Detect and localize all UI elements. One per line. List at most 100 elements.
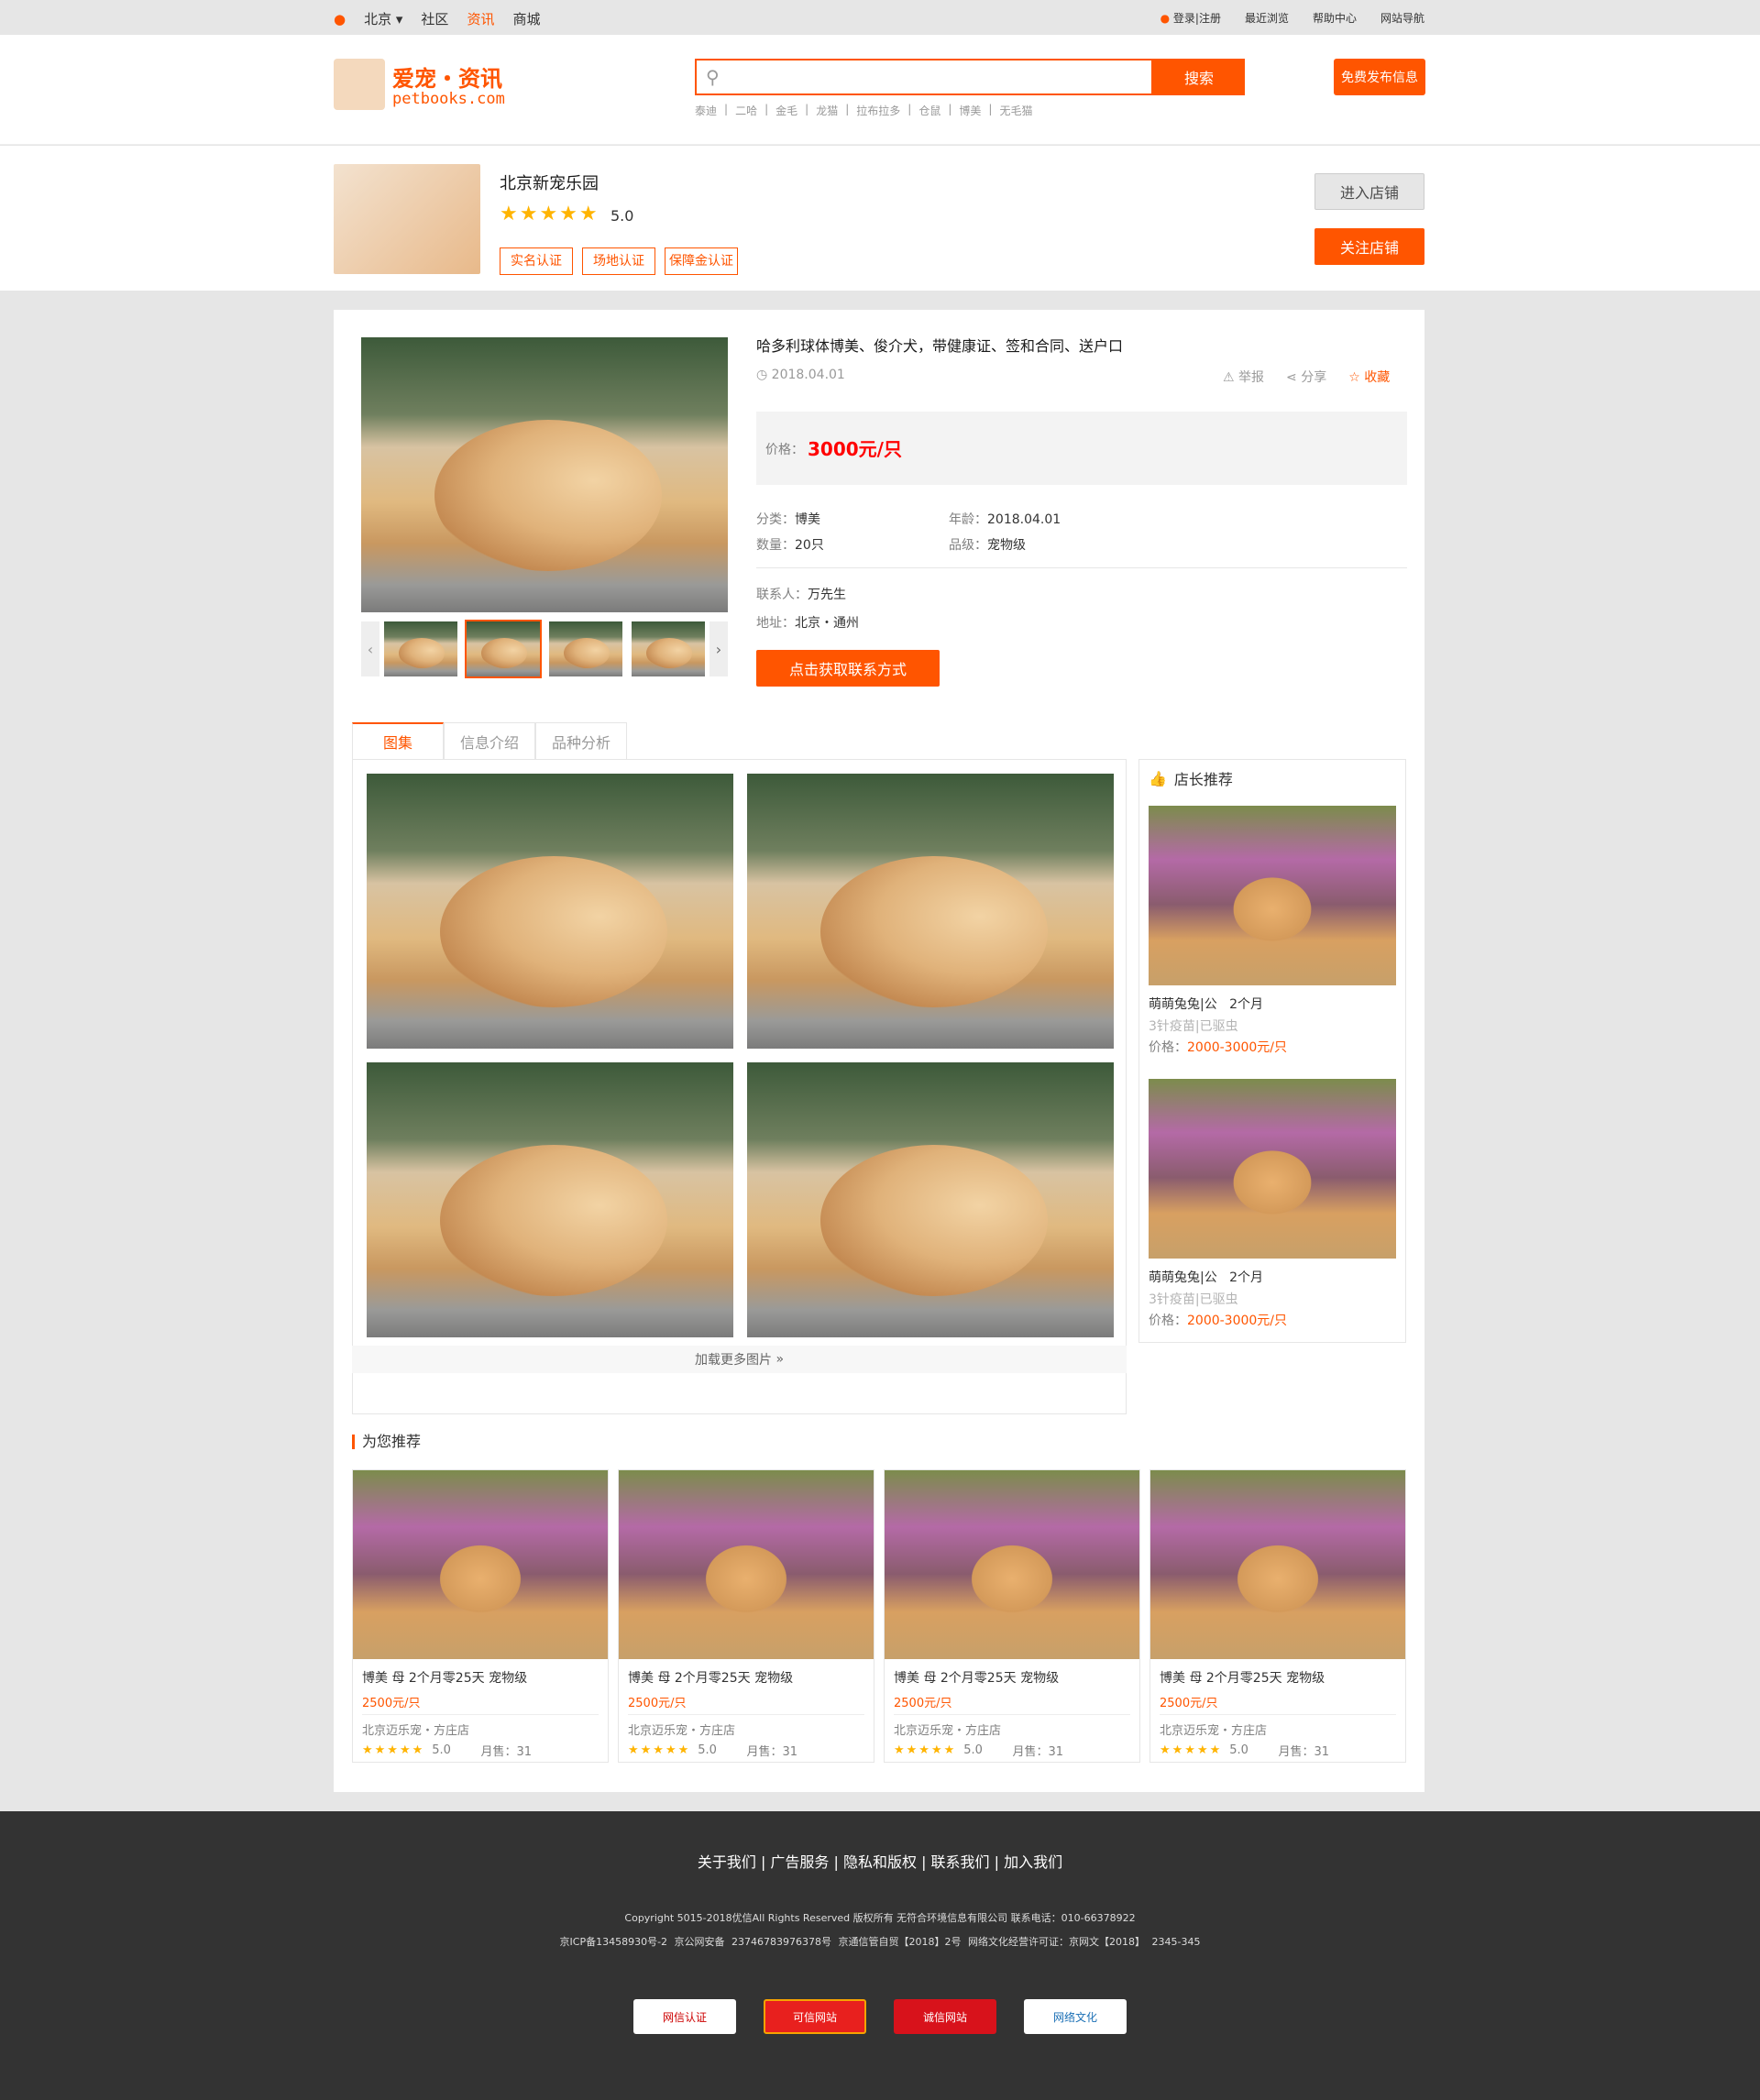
sitemap-link[interactable]: 网站导航: [1380, 10, 1424, 26]
tag-site: 场地认证: [582, 247, 655, 275]
login-link[interactable]: ● 登录|注册: [1160, 10, 1221, 26]
owner-recommend-header: 👍 店长推荐: [1149, 769, 1233, 789]
rating-stars: ★★★★★: [894, 1743, 957, 1757]
badge-trusted[interactable]: 可信网站: [764, 1999, 866, 2034]
clock-icon: ◷: [756, 368, 768, 382]
price-label: 价格：: [765, 443, 804, 457]
thumb-prev-arrow[interactable]: ‹: [361, 621, 380, 676]
follow-shop-button[interactable]: 关注店铺: [1314, 228, 1424, 265]
badge-netcert[interactable]: 网信认证: [633, 1999, 736, 2034]
main-photo[interactable]: [361, 337, 728, 612]
free-post-button[interactable]: 免费发布信息: [1334, 59, 1425, 95]
load-more-button[interactable]: 加载更多图片 »: [352, 1346, 1127, 1373]
city-selector[interactable]: 北京 ▾: [364, 9, 402, 28]
card-rating: ★★★★★ 5.0 月售：31: [362, 1743, 533, 1759]
user-icon: ●: [1160, 12, 1171, 25]
divider: [756, 567, 1407, 568]
card-photo[interactable]: [619, 1470, 874, 1659]
rec-name[interactable]: 萌萌兔兔|公 2个月: [1149, 995, 1263, 1013]
footer-copyright: Copyright 5015-2018优信All Rights Reserved…: [624, 1912, 1136, 1924]
for-you-card[interactable]: 博美 母 2个月零25天 宠物级 2500元/只 北京迈乐宠・方庄店 ★★★★★…: [1150, 1469, 1406, 1763]
card-title[interactable]: 博美 母 2个月零25天 宠物级: [628, 1668, 793, 1687]
for-you-card[interactable]: 博美 母 2个月零25天 宠物级 2500元/只 北京迈乐宠・方庄店 ★★★★★…: [352, 1469, 609, 1763]
listing-title: 哈多利球体博美、俊介犬，带健康证、签和合同、送户口: [756, 337, 1124, 355]
card-price: 2500元/只: [362, 1697, 421, 1710]
category-field: 分类：博美: [756, 512, 820, 527]
thumbnail[interactable]: [632, 621, 705, 676]
gallery-photo[interactable]: [747, 1062, 1114, 1337]
search-input[interactable]: ⚲: [695, 59, 1153, 95]
share-icon: ⋖: [1286, 370, 1297, 385]
divider: [1160, 1714, 1396, 1715]
card-shop[interactable]: 北京迈乐宠・方庄店: [894, 1721, 1001, 1738]
gallery-photo[interactable]: [367, 1062, 733, 1337]
double-chevron-icon: »: [776, 1352, 785, 1367]
card-title[interactable]: 博美 母 2个月零25天 宠物级: [894, 1668, 1059, 1687]
card-shop[interactable]: 北京迈乐宠・方庄店: [1160, 1721, 1267, 1738]
hot-word[interactable]: 博美: [959, 103, 981, 118]
card-photo[interactable]: [353, 1470, 608, 1659]
hot-word[interactable]: 二哈: [735, 103, 757, 118]
logo-title[interactable]: 爱宠・资讯: [392, 60, 502, 93]
header: 爱宠・资讯 petbooks.com ⚲ 搜索 泰迪 | 二哈 | 金毛 | 龙猫 | …: [0, 35, 1760, 145]
tab-gallery[interactable]: 图集: [352, 722, 444, 759]
rec-photo[interactable]: [1149, 806, 1396, 985]
for-you-card[interactable]: 博美 母 2个月零25天 宠物级 2500元/只 北京迈乐宠・方庄店 ★★★★★…: [884, 1469, 1140, 1763]
help-link[interactable]: 帮助中心: [1313, 10, 1357, 26]
shop-tags: 实名认证 场地认证 保障金认证: [500, 247, 738, 275]
footer-licenses: 京ICP备13458930号-2 京公网安备 23746783976378号 京…: [559, 1936, 1201, 1948]
card-photo[interactable]: [1150, 1470, 1405, 1659]
thumb-next-arrow[interactable]: ›: [710, 621, 728, 676]
star-icon: ☆: [1348, 370, 1360, 385]
logo-icon[interactable]: [334, 59, 385, 110]
search-button[interactable]: 搜索: [1153, 59, 1245, 95]
thumbnail[interactable]: [549, 621, 622, 676]
contact-field: 联系人：万先生: [756, 588, 846, 602]
nav-news[interactable]: 资讯: [467, 9, 494, 28]
badge-integrity[interactable]: 诚信网站: [894, 1999, 996, 2034]
rating-stars: ★★★★★: [1160, 1743, 1223, 1757]
favorite-button[interactable]: ☆ 收藏: [1348, 368, 1390, 386]
card-photo[interactable]: [885, 1470, 1139, 1659]
tab-info[interactable]: 信息介绍: [444, 722, 535, 759]
hot-word[interactable]: 泰迪: [695, 103, 717, 118]
rec-name[interactable]: 萌萌兔兔|公 2个月: [1149, 1268, 1263, 1286]
for-you-card[interactable]: 博美 母 2个月零25天 宠物级 2500元/只 北京迈乐宠・方庄店 ★★★★★…: [618, 1469, 874, 1763]
enter-shop-button[interactable]: 进入店铺: [1314, 173, 1424, 210]
card-title[interactable]: 博美 母 2个月零25天 宠物级: [1160, 1668, 1325, 1687]
get-contact-button[interactable]: 点击获取联系方式: [756, 650, 940, 687]
hot-word[interactable]: 龙猫: [816, 103, 838, 118]
card-shop[interactable]: 北京迈乐宠・方庄店: [362, 1721, 469, 1738]
thumbnail[interactable]: [384, 621, 457, 676]
hot-word[interactable]: 仓鼠: [918, 103, 940, 118]
thumbnail-selected[interactable]: [465, 620, 542, 678]
tab-breed[interactable]: 品种分析: [535, 722, 627, 759]
badge-culture[interactable]: 网络文化: [1024, 1999, 1127, 2034]
rec-photo[interactable]: [1149, 1079, 1396, 1259]
shop-name[interactable]: 北京新宠乐园: [500, 170, 599, 194]
rec-vacc: 3针疫苗|已驱虫: [1149, 1019, 1238, 1034]
rec-vacc: 3针疫苗|已驱虫: [1149, 1292, 1238, 1307]
shop-rating: 5.0: [610, 207, 634, 225]
card-shop[interactable]: 北京迈乐宠・方庄店: [628, 1721, 735, 1738]
recent-link[interactable]: 最近浏览: [1245, 10, 1289, 26]
gallery-photo[interactable]: [747, 774, 1114, 1049]
card-rating: ★★★★★ 5.0 月售：31: [1160, 1743, 1330, 1759]
footer-links[interactable]: 关于我们 | 广告服务 | 隐私和版权 | 联系我们 | 加入我们: [0, 1850, 1760, 1872]
card-price: 2500元/只: [628, 1697, 687, 1710]
shop-bar: 北京新宠乐园 ★★★★★ 5.0 实名认证 场地认证 保障金认证 进入店铺 关注…: [0, 146, 1760, 291]
share-button[interactable]: ⋖ 分享: [1286, 368, 1326, 386]
report-button[interactable]: ⚠ 举报: [1223, 368, 1264, 386]
nav-mall[interactable]: 商城: [512, 9, 540, 28]
shop-avatar[interactable]: [334, 164, 480, 274]
qty-field: 数量：20只: [756, 538, 824, 553]
hot-word[interactable]: 拉布拉多: [856, 103, 900, 118]
grade-field: 品级：宠物级: [949, 538, 1026, 553]
card-title[interactable]: 博美 母 2个月零25天 宠物级: [362, 1668, 527, 1687]
gallery-photo[interactable]: [367, 774, 733, 1049]
hot-word[interactable]: 金毛: [776, 103, 798, 118]
listing-date: ◷ 2018.04.01: [756, 368, 845, 382]
nav-community[interactable]: 社区: [421, 9, 448, 28]
search-icon: ⚲: [706, 66, 720, 88]
hot-word[interactable]: 无毛猫: [999, 103, 1032, 118]
